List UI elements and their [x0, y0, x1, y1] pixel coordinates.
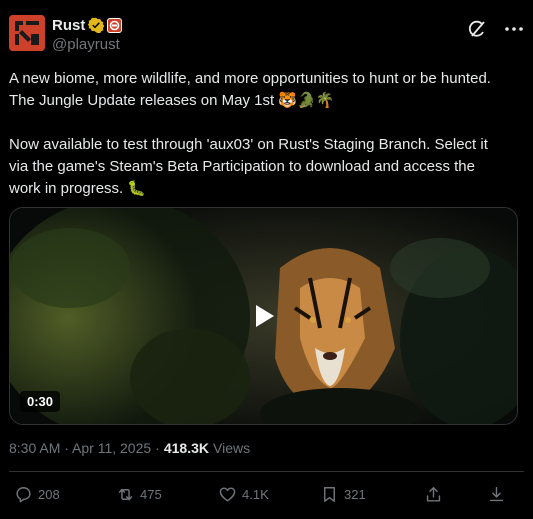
- reply-count: 208: [38, 486, 60, 502]
- like-button[interactable]: 4.1K: [218, 483, 269, 505]
- bookmark-count: 321: [344, 486, 366, 502]
- repost-button[interactable]: 475: [116, 483, 162, 505]
- affiliate-badge-icon[interactable]: [107, 17, 123, 33]
- display-name[interactable]: Rust: [52, 17, 85, 34]
- views-count: 418.3K: [163, 440, 209, 456]
- divider: [9, 471, 524, 472]
- video-duration: 0:30: [20, 391, 61, 412]
- tweet-header: Rust @playrust: [9, 15, 524, 55]
- views-label: Views: [213, 440, 251, 456]
- share-icon: [426, 486, 441, 502]
- heart-icon: [219, 486, 236, 502]
- action-bar: 208 475 4.1K 321: [14, 483, 510, 505]
- tweet-meta: 8:30 AM · Apr 11, 2025 · 418.3K Views: [9, 440, 250, 456]
- download-icon: [489, 486, 504, 501]
- timestamp[interactable]: 8:30 AM · Apr 11, 2025: [9, 440, 151, 456]
- video-player[interactable]: 0:30: [9, 207, 518, 425]
- share-button[interactable]: [424, 483, 443, 505]
- bookmark-icon: [324, 486, 335, 502]
- handle[interactable]: @playrust: [52, 36, 122, 53]
- rust-logo-icon: [9, 15, 45, 51]
- grok-icon[interactable]: [467, 19, 487, 39]
- repost-count: 475: [140, 486, 162, 502]
- repost-icon: [118, 488, 133, 500]
- bookmark-button[interactable]: 321: [320, 483, 366, 505]
- more-options-icon[interactable]: [504, 19, 524, 39]
- author-info: Rust @playrust: [52, 16, 123, 53]
- verified-badge-icon[interactable]: [88, 17, 105, 33]
- meta-separator: ·: [155, 440, 160, 456]
- download-button[interactable]: [487, 483, 506, 505]
- tweet-text: A new biome, more wildlife, and more opp…: [9, 70, 491, 197]
- reply-button[interactable]: 208: [14, 483, 60, 505]
- avatar[interactable]: [9, 15, 45, 51]
- play-icon[interactable]: [251, 303, 277, 329]
- reply-icon: [16, 486, 31, 502]
- like-count: 4.1K: [242, 486, 269, 502]
